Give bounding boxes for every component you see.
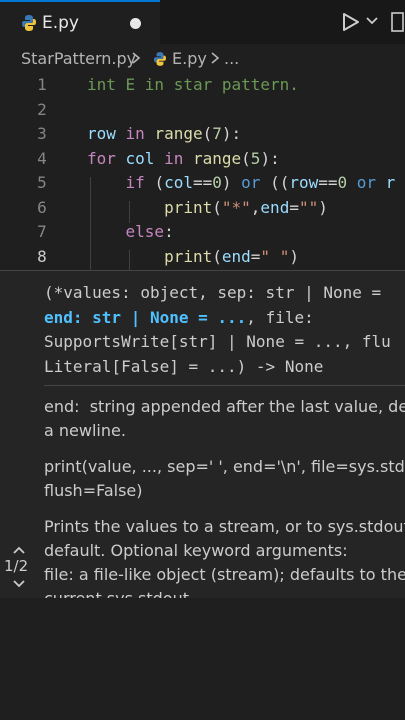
- code-token: ==: [318, 173, 338, 192]
- function-signature: (*values: object, sep: str | None = end:…: [44, 283, 391, 376]
- code-token: ): [289, 246, 299, 266]
- code-token: print: [87, 197, 213, 217]
- code-token: (: [202, 124, 213, 143]
- code-token: (: [154, 173, 165, 192]
- line-number: 6: [37, 197, 47, 217]
- code-token: end: [221, 246, 251, 266]
- code-token: 5: [250, 148, 261, 168]
- code-text: print("*",end=""): [87, 198, 328, 217]
- usage-doc: print(value, ..., sep=' ', end='\n', fil…: [44, 457, 405, 500]
- line-number: 5: [37, 173, 47, 192]
- toolbar-overflow-icon[interactable]: [388, 10, 405, 34]
- code-line[interactable]: 8 print(end=" "): [0, 246, 405, 271]
- code-line[interactable]: 1 int E in star pattern.: [0, 74, 405, 99]
- code-token: ):: [260, 148, 280, 168]
- chevron-up-icon[interactable]: [12, 545, 26, 555]
- line-number: 8: [37, 246, 47, 266]
- code-token: else: [87, 222, 165, 241]
- code-token: (: [241, 148, 251, 168]
- breadcrumb-folder[interactable]: StarPattern.py: [21, 49, 136, 68]
- chevron-down-icon[interactable]: [12, 579, 26, 589]
- line-number: 2: [37, 99, 47, 119]
- line-number: 3: [37, 124, 47, 143]
- code-token: :: [164, 222, 174, 241]
- code-token: ==: [192, 173, 213, 192]
- code-token: print: [87, 246, 213, 266]
- code-token: ):: [221, 124, 242, 143]
- code-token: end: [260, 197, 290, 217]
- code-token: int E in star pattern.: [87, 75, 299, 94]
- python-file-icon: [154, 52, 166, 66]
- code-token: (: [212, 246, 222, 266]
- code-token: range: [154, 124, 203, 143]
- code-line[interactable]: 7 else:: [0, 221, 405, 246]
- code-token: "": [298, 197, 319, 217]
- line-number: 4: [37, 148, 47, 168]
- code-text: else:: [87, 222, 174, 241]
- code-token: 0: [212, 173, 222, 192]
- code-line[interactable]: 5 if (col==0) or ((row==0 or r: [0, 172, 405, 197]
- code-token: "*": [221, 197, 251, 217]
- code-token: r: [385, 173, 396, 192]
- code-token: for: [87, 148, 116, 168]
- chevron-right-icon: [211, 52, 220, 64]
- python-file-icon: [22, 15, 36, 31]
- tab-label: E.py: [42, 13, 79, 33]
- chevron-down-icon[interactable]: [366, 16, 378, 26]
- breadcrumb: StarPattern.py E.py ...: [0, 44, 405, 74]
- code-token: if: [87, 173, 155, 192]
- hover-tooltip: (*values: object, sep: str | None = end:…: [0, 270, 405, 599]
- tab-e-py[interactable]: E.py: [0, 0, 160, 44]
- code-token: col: [164, 173, 193, 192]
- code-line[interactable]: 3 row in range(7):: [0, 123, 405, 148]
- title-bar: E.py: [0, 0, 405, 44]
- code-editor[interactable]: 1 int E in star pattern. 2 3 row in range(7)…: [0, 74, 405, 270]
- code-token: " ": [260, 246, 290, 266]
- code-text: print(end=" "): [87, 247, 299, 266]
- code-line[interactable]: 6 print("*",end=""): [0, 197, 405, 222]
- editor-empty-area: [0, 598, 405, 720]
- code-token: ): [318, 197, 328, 217]
- code-token: or: [241, 173, 271, 192]
- code-token: row: [87, 124, 116, 143]
- code-token: =: [289, 197, 299, 217]
- breadcrumb-file[interactable]: E.py: [172, 49, 207, 68]
- code-line[interactable]: 4 for col in range(5):: [0, 148, 405, 173]
- divider: [44, 385, 405, 386]
- unsaved-dot-icon[interactable]: [130, 18, 141, 29]
- code-token: ,: [250, 197, 261, 217]
- parameter-doc: end: string appended after the last valu…: [44, 397, 405, 440]
- code-text: for col in range(5):: [87, 149, 280, 168]
- description-doc: Prints the values to a stream, or to sys…: [44, 517, 405, 599]
- code-token: ((: [270, 173, 290, 192]
- code-token: 0: [337, 173, 357, 192]
- overload-counter: 1/2: [4, 557, 29, 575]
- code-token: =: [250, 246, 261, 266]
- code-text: int E in star pattern.: [87, 75, 299, 94]
- code-token: 7: [212, 124, 222, 143]
- code-token: or: [356, 173, 386, 192]
- code-text: row in range(7):: [87, 124, 241, 143]
- code-token: (: [212, 197, 222, 217]
- line-number: 1: [37, 75, 47, 94]
- run-icon[interactable]: [342, 12, 360, 32]
- line-number: 7: [37, 222, 47, 241]
- breadcrumb-more[interactable]: ...: [224, 49, 239, 68]
- code-token: in: [115, 124, 155, 143]
- code-token: in: [164, 148, 193, 168]
- code-line[interactable]: 2: [0, 99, 405, 124]
- code-token: row: [289, 173, 319, 192]
- chevron-right-icon: [132, 52, 141, 64]
- code-token: ): [221, 173, 242, 192]
- code-text: if (col==0) or ((row==0 or r: [87, 173, 396, 192]
- code-token: col: [115, 148, 165, 168]
- code-token: range: [192, 148, 242, 168]
